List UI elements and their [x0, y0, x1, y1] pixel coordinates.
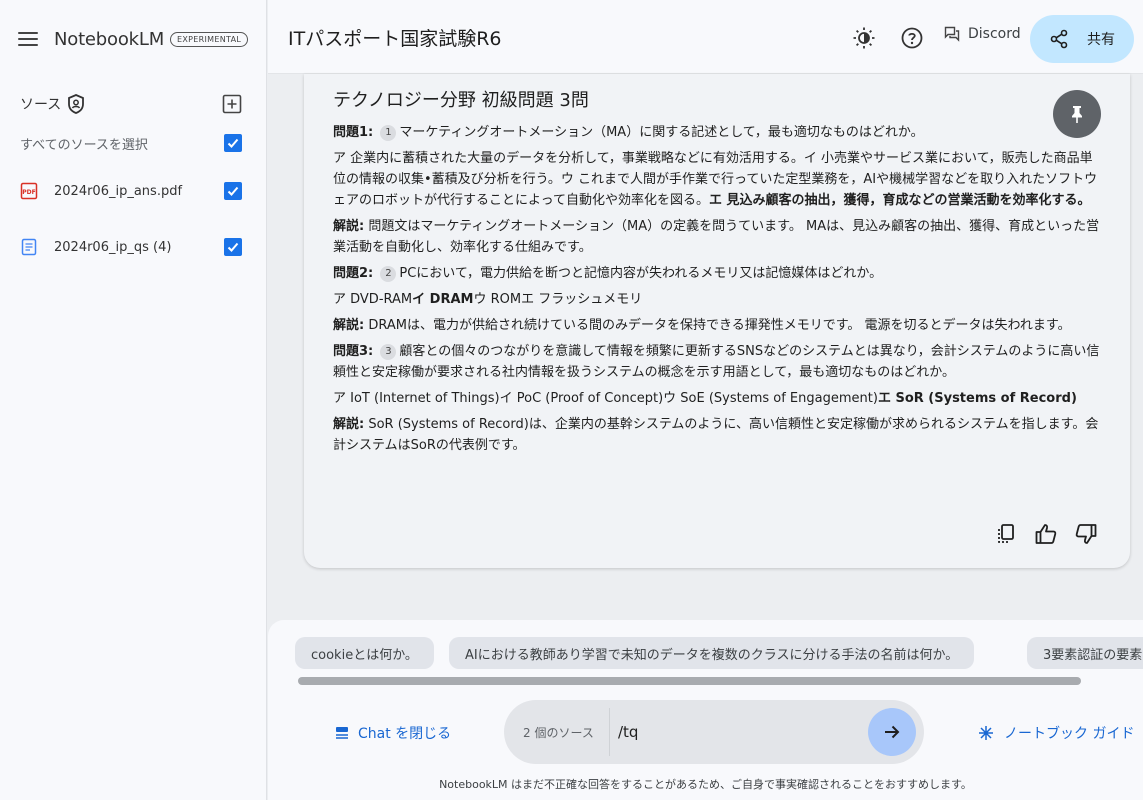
notebook-guide-button[interactable]: ノートブック ガイド [978, 723, 1134, 743]
question-1: 問題1: 1 マーケティングオートメーション（MA）に関する記述として，最も適切な… [333, 122, 1103, 143]
chat-bubbles-icon [944, 26, 960, 42]
question-text: 顧客との個々のつながりを意識して情報を頻繁に更新するSNSなどのシステムとは異な… [333, 344, 1100, 380]
source-item[interactable]: PDF 2024r06_ip_ans.pdf [20, 179, 242, 203]
explanation-text: SoR (Systems of Record)は、企業内の基幹システムのように、… [333, 417, 1099, 453]
explanation-label: 解説: [333, 318, 365, 333]
options-text: ウ ROMエ フラッシュメモリ [473, 292, 643, 307]
copy-icon[interactable] [994, 522, 1018, 546]
document-icon [21, 238, 37, 256]
select-all-checkbox[interactable] [224, 134, 242, 152]
citation-badge[interactable]: 2 [380, 266, 397, 282]
brand-bar: NotebookLM EXPERIMENTAL [18, 26, 249, 52]
question-3-options: ア IoT (Internet of Things)イ PoC (Proof o… [333, 388, 1103, 409]
citation-badge[interactable]: 3 [380, 344, 397, 360]
share-label: 共有 [1087, 32, 1115, 48]
sources-sidebar: NotebookLM EXPERIMENTAL ソース すべてのソースを選択 P… [0, 0, 267, 800]
question-2-explanation: 解説: DRAMは、電力が供給され続けている間のみデータを保持できる揮発性メモリ… [333, 315, 1103, 336]
explanation-label: 解説: [333, 219, 365, 234]
add-source-icon[interactable] [222, 94, 242, 114]
close-chat-label: Chat を閉じる [358, 726, 452, 742]
close-chat-button[interactable]: Chat を閉じる [334, 723, 451, 743]
select-all-label: すべてのソースを選択 [20, 137, 148, 153]
arrow-right-icon [885, 725, 900, 739]
source-count[interactable]: 2 個のソース [523, 724, 594, 741]
question-label: 問題3: [333, 344, 374, 359]
pin-note-button[interactable] [1053, 90, 1101, 138]
sources-header: ソース [20, 92, 242, 116]
question-text: PCにおいて，電力供給を断つと記憶内容が失われるメモリ又は記憶媒体はどれか。 [399, 266, 883, 281]
question-text: マーケティングオートメーション（MA）に関する記述として，最も適切なものはどれか… [399, 125, 924, 140]
question-2: 問題2: 2 PCにおいて，電力供給を断つと記憶内容が失われるメモリ又は記憶媒体は… [333, 263, 1103, 284]
citation-badge[interactable]: 1 [380, 125, 397, 141]
question-3-explanation: 解説: SoR (Systems of Record)は、企業内の基幹システムの… [333, 414, 1103, 456]
explanation-text: 問題文はマーケティングオートメーション（MA）の定義を問うています。 MAは、見… [333, 219, 1100, 255]
chat-composer-panel: cookieとは何か。 AIにおける教師あり学習で未知のデータを複数のクラスに分… [268, 620, 1143, 800]
suggestion-chip[interactable]: AIにおける教師あり学習で未知のデータを複数のクラスに分ける手法の名前は何か。 [449, 637, 975, 669]
help-icon[interactable] [900, 26, 924, 50]
input-divider [609, 708, 610, 756]
question-label: 問題2: [333, 266, 374, 281]
correct-answer: エ 見込み顧客の抽出，獲得，育成などの営業活動を効率化する。 [708, 193, 1091, 208]
share-icon [1050, 29, 1068, 49]
send-button[interactable] [868, 708, 916, 756]
theme-toggle-icon[interactable] [852, 26, 876, 50]
suggestion-chip[interactable]: 3要素認証の要素 [1027, 637, 1143, 669]
select-all-row[interactable]: すべてのソースを選択 [20, 131, 242, 155]
question-label: 問題1: [333, 125, 374, 140]
source-item[interactable]: 2024r06_ip_qs (4) [20, 235, 242, 259]
chat-input-box: 2 個のソース [504, 700, 924, 764]
question-3: 問題3: 3 顧客との個々のつながりを意識して情報を頻繁に更新するSNSなどのシス… [333, 341, 1103, 383]
explanation-text: DRAMは、電力が供給され続けている間のみデータを保持できる揮発性メモリです。 … [368, 318, 1071, 333]
correct-answer: エ SoR (Systems of Record) [877, 391, 1077, 406]
disclaimer-text: NotebookLM はまだ不正確な回答をすることがあるため、ご自身で事実確認さ… [439, 778, 972, 791]
sources-title: ソース [20, 97, 62, 113]
source-name: 2024r06_ip_ans.pdf [54, 183, 183, 199]
collapse-chat-icon [336, 727, 348, 739]
options-text: ア DVD-RAM [333, 292, 413, 307]
question-1-explanation: 解説: 問題文はマーケティングオートメーション（MA）の定義を問うています。 M… [333, 216, 1103, 258]
svg-text:PDF: PDF [22, 189, 35, 196]
shield-icon [68, 94, 85, 114]
response-actions [994, 522, 1098, 546]
pin-icon [1072, 106, 1082, 123]
pdf-icon: PDF [20, 182, 38, 200]
notebook-title[interactable]: ITパスポート国家試験R6 [288, 24, 502, 51]
notebook-guide-label: ノートブック ガイド [1004, 726, 1135, 742]
thumbs-up-icon[interactable] [1034, 522, 1058, 546]
options-text: ア IoT (Internet of Things)イ PoC (Proof o… [333, 391, 878, 406]
source-checkbox[interactable] [224, 238, 242, 256]
suggestion-chip[interactable]: cookieとは何か。 [295, 637, 434, 669]
discord-label: Discord [968, 26, 1021, 42]
question-2-options: ア DVD-RAMイ DRAMウ ROMエ フラッシュメモリ [333, 289, 1103, 310]
correct-answer: イ DRAM [412, 292, 474, 307]
top-header: ITパスポート国家試験R6 Discord 共有 [268, 0, 1143, 74]
source-checkbox[interactable] [224, 182, 242, 200]
source-name: 2024r06_ip_qs (4) [54, 239, 172, 255]
brand-name: NotebookLM [54, 28, 165, 50]
discord-link[interactable]: Discord [944, 26, 1021, 42]
chat-query-input[interactable] [618, 720, 858, 744]
question-1-options: ア 企業内に蓄積された大量のデータを分析して，事業戦略などに有効活用する。イ 小… [333, 148, 1103, 211]
response-title: テクノロジー分野 初級問題 3問 [333, 90, 589, 111]
suggestions-scrollbar[interactable] [298, 677, 1081, 685]
sparkle-icon [979, 726, 993, 740]
explanation-label: 解説: [333, 417, 365, 432]
share-button[interactable]: 共有 [1030, 15, 1134, 63]
experimental-badge: EXPERIMENTAL [170, 31, 249, 47]
thumbs-down-icon[interactable] [1074, 522, 1098, 546]
response-card: テクノロジー分野 初級問題 3問 問題1: 1 マーケティングオートメーション（M… [304, 74, 1130, 568]
menu-icon[interactable] [18, 32, 38, 46]
